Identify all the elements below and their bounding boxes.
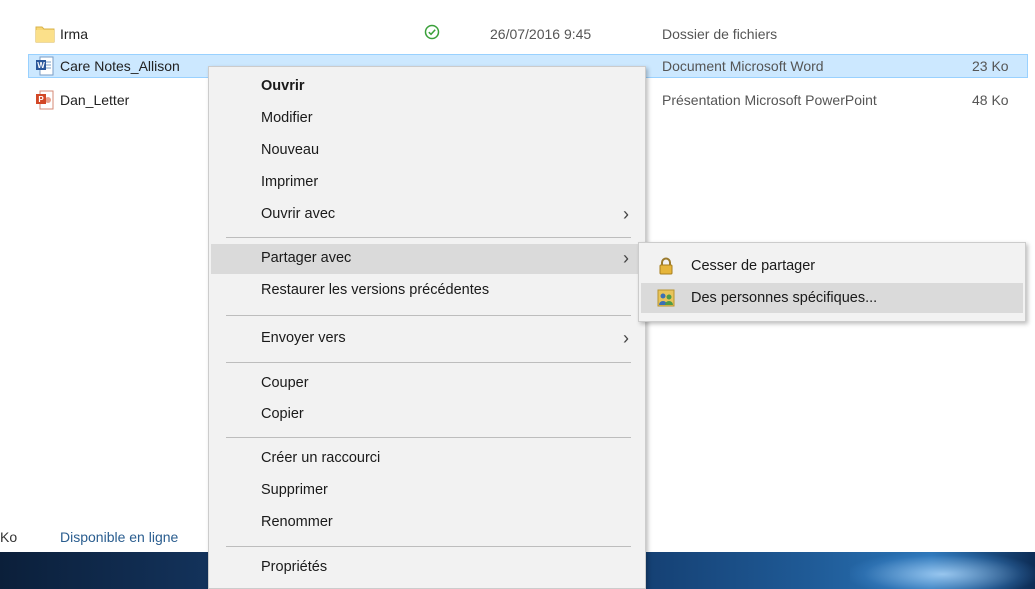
menu-item-label: Ouvrir avec (261, 206, 336, 222)
menu-item-cut[interactable]: Couper (211, 369, 643, 399)
powerpoint-icon: P (36, 90, 54, 110)
file-date: 26/07/2016 9:45 (490, 26, 592, 42)
status-size-fragment: Ko (0, 529, 18, 545)
svg-text:P: P (38, 95, 44, 104)
context-menu: Ouvrir Modifier Nouveau Imprimer Ouvrir … (208, 66, 646, 589)
menu-item-properties[interactable]: Propriétés (211, 553, 643, 583)
chevron-right-icon: › (623, 328, 629, 348)
menu-item-label: Partager avec (261, 250, 352, 266)
file-size: 23 Ko (972, 58, 1009, 74)
file-name: Dan_Letter (60, 92, 130, 108)
menu-item-label: Propriétés (261, 559, 328, 575)
people-icon (657, 289, 675, 307)
menu-item-edit[interactable]: Modifier (211, 104, 643, 134)
menu-item-delete[interactable]: Supprimer (211, 476, 643, 506)
menu-separator (226, 237, 631, 238)
menu-item-new[interactable]: Nouveau (211, 136, 643, 166)
menu-item-restore-versions[interactable]: Restaurer les versions précédentes (211, 276, 643, 306)
wallpaper-glow (850, 552, 1035, 589)
file-type: Dossier de fichiers (662, 26, 778, 42)
menu-item-rename[interactable]: Renommer (211, 508, 643, 538)
menu-item-create-shortcut[interactable]: Créer un raccourci (211, 444, 643, 474)
chevron-right-icon: › (623, 204, 629, 224)
menu-item-label: Restaurer les versions précédentes (261, 282, 490, 298)
menu-item-label: Modifier (261, 110, 313, 126)
share-submenu: Cesser de partager Des personnes spécifi… (638, 242, 1026, 322)
file-size: 48 Ko (972, 92, 1009, 108)
submenu-item-label: Des personnes spécifiques... (691, 290, 878, 306)
menu-item-label: Copier (261, 406, 304, 422)
menu-item-label: Nouveau (261, 142, 320, 158)
available-status-icon (424, 24, 440, 40)
menu-item-print[interactable]: Imprimer (211, 168, 643, 198)
menu-item-copy[interactable]: Copier (211, 400, 643, 430)
file-type: Document Microsoft Word (662, 58, 824, 74)
menu-item-open[interactable]: Ouvrir (211, 72, 643, 102)
menu-item-label: Imprimer (261, 174, 319, 190)
folder-icon (35, 26, 55, 43)
status-availability: Disponible en ligne (60, 529, 179, 545)
menu-separator (226, 437, 631, 438)
submenu-item-label: Cesser de partager (691, 258, 816, 274)
word-document-icon: W (36, 56, 54, 76)
menu-separator (226, 362, 631, 363)
menu-item-open-with[interactable]: Ouvrir avec › (211, 200, 643, 230)
file-name: Care Notes_Allison (60, 58, 180, 74)
lock-icon (659, 257, 673, 275)
menu-item-label: Envoyer vers (261, 330, 346, 346)
file-type: Présentation Microsoft PowerPoint (662, 92, 877, 108)
file-name: Irma (60, 26, 88, 42)
menu-item-label: Couper (261, 375, 309, 391)
submenu-item-specific-people[interactable]: Des personnes spécifiques... (641, 283, 1023, 313)
svg-text:W: W (37, 61, 45, 70)
file-row-irma[interactable]: Irma 26/07/2016 9:45 Dossier de fichiers (0, 22, 1035, 48)
menu-separator (226, 315, 631, 316)
menu-item-send-to[interactable]: Envoyer vers › (211, 324, 643, 354)
menu-separator (226, 546, 631, 547)
menu-item-label: Ouvrir (261, 78, 305, 94)
chevron-right-icon: › (623, 248, 629, 268)
submenu-item-stop-sharing[interactable]: Cesser de partager (641, 251, 1023, 281)
status-bar: Ko Disponible en ligne (0, 524, 240, 552)
menu-item-label: Renommer (261, 514, 333, 530)
menu-item-share-with[interactable]: Partager avec › (211, 244, 643, 274)
menu-item-label: Créer un raccourci (261, 450, 381, 466)
menu-item-label: Supprimer (261, 482, 328, 498)
